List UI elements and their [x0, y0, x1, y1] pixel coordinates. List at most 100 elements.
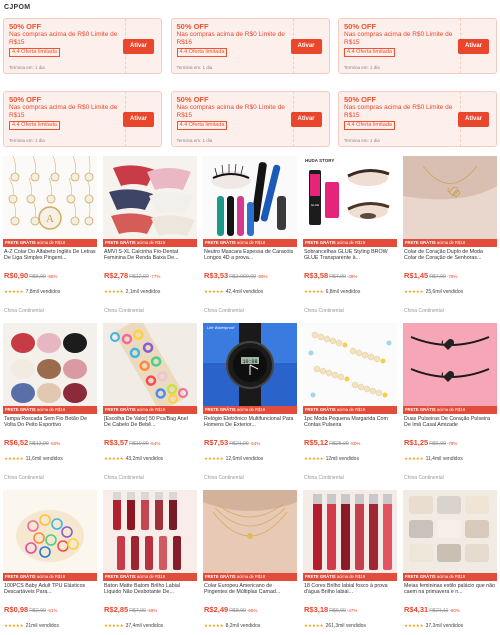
product-image[interactable]: [203, 156, 297, 239]
product-image[interactable]: [403, 490, 497, 573]
coupon-row: 50% OFF Nas compras acima de R$0 Limite d…: [3, 18, 497, 74]
product-image[interactable]: A: [3, 156, 97, 239]
product-card[interactable]: FRETE GRÁTIS acima de R$19 1pc Moda Pequ…: [303, 323, 397, 487]
product-title[interactable]: AMVI S-XL Calcinha Fio-Dental Feminina D…: [104, 249, 196, 262]
product-image[interactable]: [403, 156, 497, 239]
product-card[interactable]: FRETE GRÁTIS acima de R$19 Neutro Mascar…: [203, 156, 297, 320]
product-card[interactable]: FRETE GRÁTIS acima de R$19 Baton Matte B…: [103, 490, 197, 635]
product-title[interactable]: 100PCS Baby Adult TPU Elásticos Descartá…: [4, 583, 96, 596]
svg-text:A: A: [46, 213, 54, 225]
product-title[interactable]: [Escolha De Valor] 50 Pcs/Bag Anel De Ca…: [104, 416, 196, 429]
product-card[interactable]: FRETE GRÁTIS acima de R$19 Tampa Roscada…: [3, 323, 97, 487]
product-image[interactable]: [303, 490, 397, 573]
coupon-discount: 50% OFF: [9, 95, 42, 104]
coupon-card: 50% OFF Nas compras acima de R$0 Limite d…: [170, 18, 330, 74]
activate-button[interactable]: Ativar: [290, 39, 322, 54]
product-image[interactable]: [403, 323, 497, 406]
product-title[interactable]: Tampa Roscada Sem Fio Botão De Volta Do …: [4, 416, 96, 429]
price-line: R$2,49R$8,00-69%: [204, 605, 297, 614]
free-shipping-banner: FRETE GRÁTIS acima de R$19: [3, 573, 97, 581]
free-shipping-banner: FRETE GRÁTIS acima de R$19: [103, 239, 197, 247]
activate-button[interactable]: Ativar: [123, 112, 154, 127]
product-card[interactable]: FRETE GRÁTIS acima de R$19 Colar Europeu…: [203, 490, 297, 635]
product-card[interactable]: FRETE GRÁTIS acima de R$19 Duas Pulseira…: [403, 323, 497, 487]
product-image[interactable]: Life Waterproof 10:08: [203, 323, 297, 406]
product-title[interactable]: 18 Cores Brilho labial fosco à prova d'á…: [304, 583, 396, 596]
original-price: R$1.000,00: [229, 274, 257, 280]
original-price: R$6,00: [329, 608, 346, 614]
product-title[interactable]: Relógio Eletrônico Multifuncional Para H…: [204, 416, 296, 429]
discount-percent: -79%: [446, 274, 458, 279]
product-title[interactable]: Baton Matte Batom Brilho Labial Líquido …: [104, 583, 196, 596]
sold-count: 25,6mil vendidos: [425, 289, 464, 295]
svg-text:10:08: 10:08: [242, 359, 257, 365]
current-price: R$3,58: [304, 271, 329, 280]
product-image[interactable]: [3, 323, 97, 406]
product-image[interactable]: [3, 490, 97, 573]
activate-button[interactable]: Ativar: [123, 39, 154, 54]
price-line: R$0,98R$2,00-51%: [4, 605, 97, 614]
product-title[interactable]: Meias femininas estilo palácio que não c…: [404, 583, 496, 596]
star-rating-icon: ★★★★★: [204, 623, 224, 628]
product-title[interactable]: 1pc Moda Pequena Margarida Com Contas Pu…: [304, 416, 396, 429]
product-origin: China Continental: [104, 308, 144, 314]
current-price: R$7,53: [204, 438, 229, 447]
star-rating-icon: ★★★★★: [404, 623, 424, 628]
original-price: R$7,00: [329, 274, 346, 280]
rating-line: ★★★★★ 6,8mil vendidos: [304, 289, 360, 295]
product-image[interactable]: [303, 323, 397, 406]
product-image[interactable]: [103, 323, 197, 406]
activate-button[interactable]: Ativar: [458, 39, 489, 54]
coupon-tag: 4.4 Oferta limitada: [9, 121, 60, 130]
sold-count: 12,6mil vendidos: [225, 456, 264, 462]
price-line: R$0,90R$6,00-85%: [4, 271, 97, 280]
star-rating-icon: ★★★★★: [304, 623, 324, 628]
product-card[interactable]: FRETE GRÁTIS acima de R$19 100PCS Baby A…: [3, 490, 97, 635]
store-title: CJPOM: [4, 4, 31, 11]
product-image[interactable]: [103, 156, 197, 239]
coupon-card: 50% OFF Nas compras acima de R$0 Limite d…: [3, 18, 162, 74]
discount-percent: -47%: [346, 608, 358, 613]
price-line: R$3,18R$6,00-47%: [304, 605, 397, 614]
rating-line: ★★★★★ 37,3mil vendidos: [404, 623, 463, 629]
rating-line: ★★★★★ 2,1mil vendidos: [104, 289, 160, 295]
product-card[interactable]: FRETE GRÁTIS acima de R$19 AMVI S-XL Cal…: [103, 156, 197, 320]
product-title[interactable]: Colar de Coração Duplo de Moda Colar de …: [404, 249, 496, 262]
price-line: R$4,31R$21,11-80%: [404, 605, 497, 614]
product-title[interactable]: Duas Pulseiras De Coração Pulseira De Im…: [404, 416, 496, 429]
rating-line: ★★★★★ 37,4mil vendidos: [104, 623, 163, 629]
rating-line: ★★★★★ 7,8mil vendidos: [4, 289, 60, 295]
product-card[interactable]: FRETE GRÁTIS acima de R$19 Meias feminin…: [403, 490, 497, 635]
product-title[interactable]: Neutro Mascara Espessa de Caracóis Longo…: [204, 249, 296, 262]
discount-percent: -80%: [349, 441, 361, 446]
product-image[interactable]: [203, 490, 297, 573]
product-card[interactable]: FRETE GRÁTIS acima de R$19 18 Cores Bril…: [303, 490, 397, 635]
free-shipping-banner: FRETE GRÁTIS acima de R$19: [103, 573, 197, 581]
price-line: R$1,45R$7,00-79%: [404, 271, 497, 280]
free-shipping-banner: FRETE GRÁTIS acima de R$19: [203, 406, 297, 414]
coupon-discount: 50% OFF: [344, 22, 377, 31]
coupon-expiry: Termina em: 1 dia: [344, 138, 380, 143]
current-price: R$3,53: [204, 271, 229, 280]
original-price: R$12,00: [129, 274, 149, 280]
product-title[interactable]: Sobrancelhas GLUE Styling BROW GLUE Tran…: [304, 249, 396, 262]
discount-percent: -69%: [246, 608, 258, 613]
product-image[interactable]: [103, 490, 197, 573]
product-card[interactable]: HUDA STORY GLUE FRETE GRÁTIS acima de R$…: [303, 156, 397, 320]
product-card[interactable]: A FRETE GRÁTIS acima de R$19 A-Z Colar D…: [3, 156, 97, 320]
rating-line: ★★★★★ 12,6mil vendidos: [204, 456, 263, 462]
current-price: R$3,18: [304, 605, 329, 614]
activate-button[interactable]: Ativar: [458, 112, 489, 127]
brow-glue-image: HUDA STORY GLUE: [303, 156, 397, 239]
product-title[interactable]: Colar Europeu Americano de Pingentes de …: [204, 583, 296, 596]
product-image[interactable]: HUDA STORY GLUE: [303, 156, 397, 239]
product-card[interactable]: FRETE GRÁTIS acima de R$19 [Escolha De V…: [103, 323, 197, 487]
star-rating-icon: ★★★★★: [4, 623, 24, 628]
activate-button[interactable]: Ativar: [290, 112, 322, 127]
product-card[interactable]: Life Waterproof 10:08 FRETE GRÁTIS acima…: [203, 323, 297, 487]
product-title[interactable]: A-Z Colar Do Alfabeto Inglês De Letras D…: [4, 249, 96, 262]
product-card[interactable]: FRETE GRÁTIS acima de R$19 Colar de Cora…: [403, 156, 497, 320]
rating-line: ★★★★★ 42,4mil vendidos: [204, 289, 263, 295]
bracelets-image: [303, 323, 397, 406]
product-origin: China Continental: [4, 308, 44, 314]
